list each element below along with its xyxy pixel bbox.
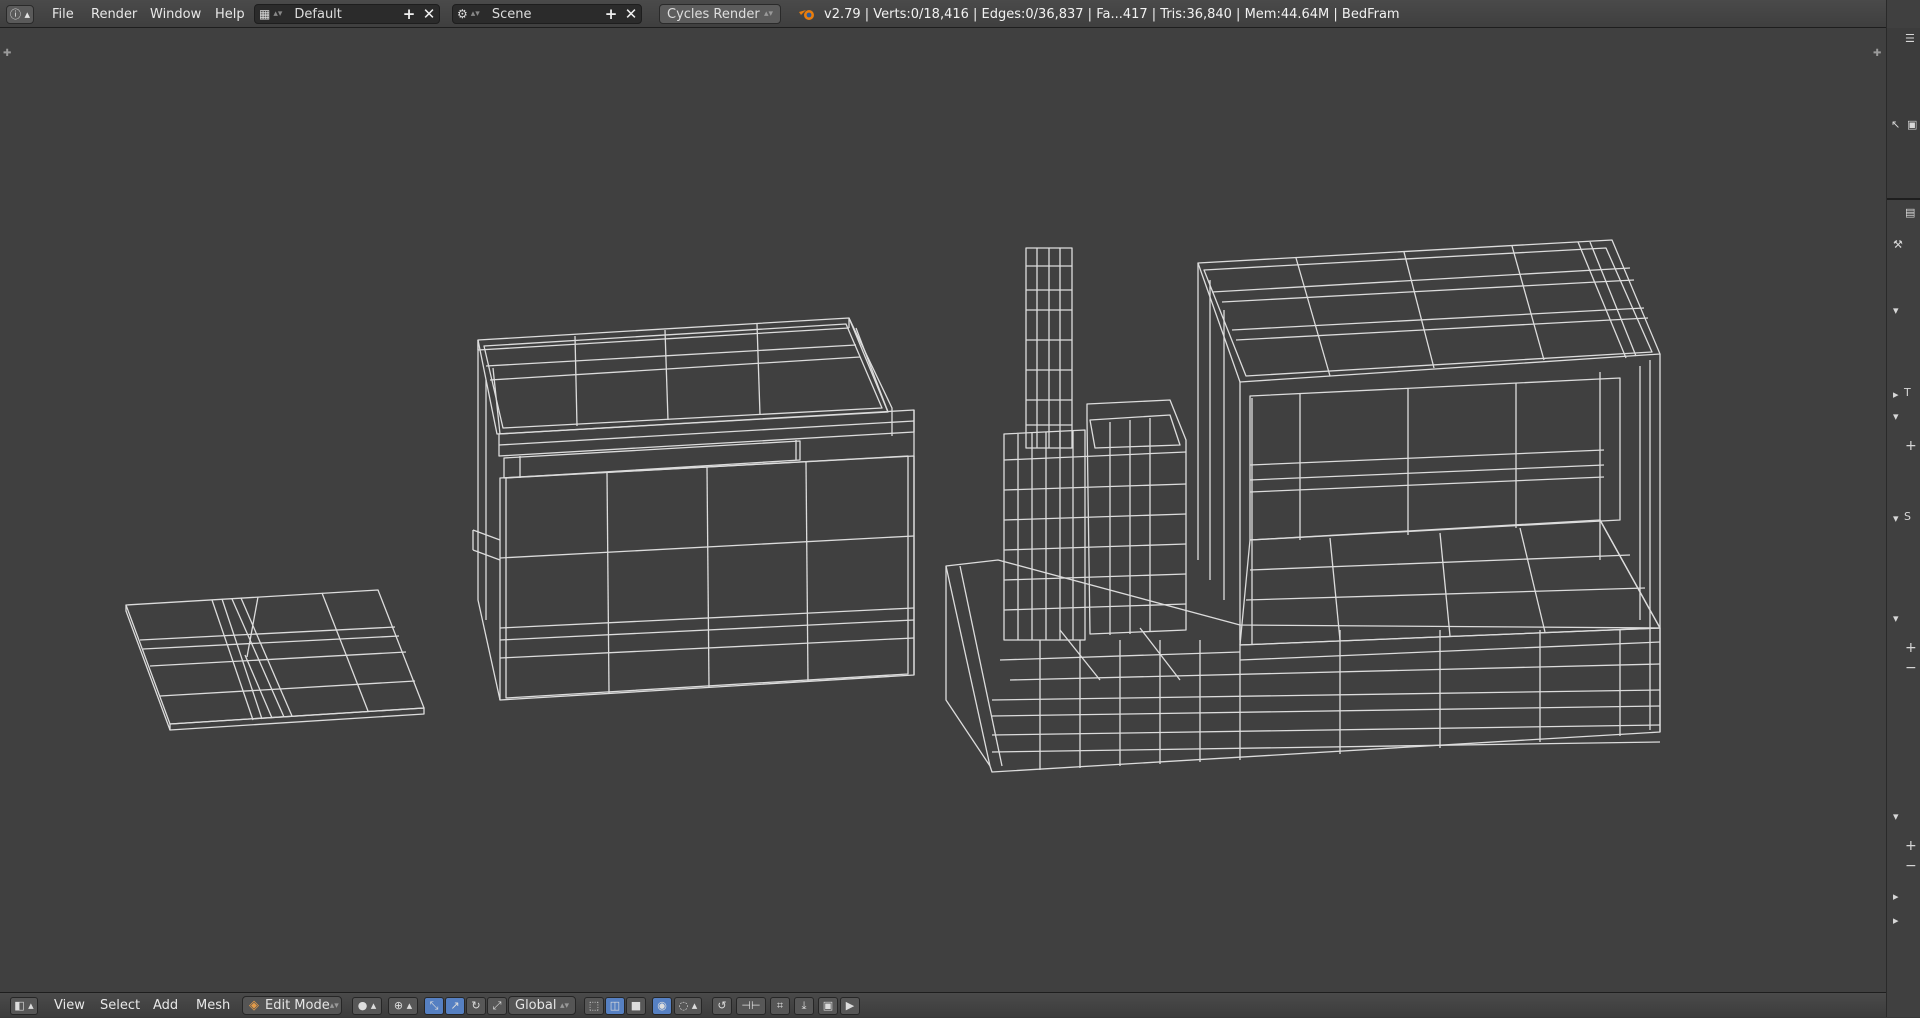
occlude-geometry-icon[interactable]: ◉ xyxy=(652,996,672,1015)
menu-render[interactable]: Render xyxy=(91,0,137,28)
scene-name[interactable]: Scene xyxy=(484,7,601,22)
remove-icon[interactable]: − xyxy=(1905,660,1917,676)
delete-scene-button[interactable]: ✕ xyxy=(621,5,641,23)
updown-arrows-icon: ▴▾ xyxy=(273,9,283,19)
chevron-down-icon[interactable]: ▾ xyxy=(1893,512,1899,525)
outliner-icon[interactable]: ☰ xyxy=(1905,32,1915,45)
transform-orientation-selector[interactable]: Global ▴▾ xyxy=(508,993,576,1018)
chevron-down-icon[interactable]: ▾ xyxy=(1893,612,1899,625)
rotate-manipulator-icon[interactable]: ↻ xyxy=(466,996,486,1015)
updown-arrows-icon: ▴▾ xyxy=(763,9,773,19)
scale-manipulator-icon[interactable]: ⤢ xyxy=(487,996,507,1015)
delete-layout-button[interactable]: ✕ xyxy=(419,5,439,23)
snap-increment-icon: ⊣⊢ xyxy=(736,996,766,1015)
screen-layout-icon: ▦ xyxy=(259,7,271,21)
chevron-down-icon[interactable]: ▾ xyxy=(1893,304,1899,317)
snap-element-selector[interactable]: ⊣⊢ xyxy=(736,993,766,1018)
chevron-right-icon[interactable]: ▸ xyxy=(1893,890,1899,903)
wrench-icon[interactable]: ⚒ xyxy=(1893,238,1903,251)
menu-file[interactable]: File xyxy=(52,0,74,28)
vertex-select-icon[interactable]: ⬚ xyxy=(584,996,604,1015)
scene-selector[interactable]: ⚙ ▴▾ Scene + ✕ xyxy=(452,0,642,28)
pivot-icon: ⊕ ▴ xyxy=(388,996,418,1015)
outliner-area[interactable] xyxy=(1887,28,1920,200)
wireframe-models[interactable] xyxy=(0,28,1886,992)
snap-toggle-icon[interactable]: ⤓ xyxy=(794,993,814,1018)
cursor-icon: ↖ xyxy=(1891,118,1901,131)
pivot-point-selector[interactable]: ⊕ ▴ xyxy=(388,993,418,1018)
render-preview-icon[interactable]: ▣ xyxy=(818,993,838,1018)
editor-type-selector[interactable]: ⓘ ▴ xyxy=(6,0,34,28)
updown-arrows-icon: ▴▾ xyxy=(559,1000,569,1011)
properties-icon[interactable]: ▤ xyxy=(1905,206,1915,219)
add-scene-button[interactable]: + xyxy=(601,5,621,23)
info-icon: ⓘ ▴ xyxy=(6,4,34,24)
manipulator-toggle-icon[interactable]: ⤡ xyxy=(424,996,444,1015)
menu-add[interactable]: Add xyxy=(153,993,178,1018)
chevron-down-icon[interactable]: ▾ xyxy=(1893,410,1899,423)
mode-selector[interactable]: ◈ Edit Mode ▴▾ xyxy=(242,993,342,1018)
3d-view-editor-icon: ◧ ▴ xyxy=(10,996,38,1015)
menu-window[interactable]: Window xyxy=(150,0,201,28)
scene-statistics: v2.79 | Verts:0/18,416 | Edges:0/36,837 … xyxy=(824,6,1400,22)
remove-icon[interactable]: − xyxy=(1905,858,1917,874)
info-header: ⓘ ▴ File Render Window Help ▦ ▴▾ Default… xyxy=(0,0,1920,28)
blender-logo-icon xyxy=(798,0,816,28)
menu-help[interactable]: Help xyxy=(215,0,245,28)
camera-icon[interactable]: ▣ xyxy=(1907,118,1917,131)
chevron-down-icon[interactable]: ▾ xyxy=(1893,810,1899,823)
mode-label: Edit Mode xyxy=(265,998,330,1013)
select-mode-group: ⬚ ◫ ■ ◉ xyxy=(584,993,672,1018)
edit-mode-icon: ◈ xyxy=(249,998,259,1013)
add-icon[interactable]: + xyxy=(1905,838,1917,854)
orientation-label: Global xyxy=(515,998,557,1013)
proportional-edit-toggle[interactable]: ◌ ▴ xyxy=(674,993,702,1018)
screen-layout-selector[interactable]: ▦ ▴▾ Default + ✕ xyxy=(254,0,440,28)
menu-view[interactable]: View xyxy=(54,993,85,1018)
updown-arrows-icon: ▴▾ xyxy=(329,1000,339,1011)
chevron-right-icon[interactable]: ▸ xyxy=(1893,388,1899,401)
proportional-edit-icon: ◌ ▴ xyxy=(674,996,702,1015)
face-select-icon[interactable]: ■ xyxy=(626,996,646,1015)
manipulator-group: ⤡ ↗ ↻ ⤢ xyxy=(424,993,507,1018)
chevron-right-icon[interactable]: ▸ xyxy=(1893,914,1899,927)
3d-view-header: ◧ ▴ View Select Add Mesh ◈ Edit Mode ▴▾ … xyxy=(0,992,1886,1017)
snap-target-icon[interactable]: ⌗ xyxy=(770,993,790,1018)
render-animation-icon[interactable]: ▶ xyxy=(840,993,860,1018)
add-icon[interactable]: + xyxy=(1905,438,1917,454)
3d-viewport[interactable]: ✚ ✚ xyxy=(0,28,1886,992)
translate-manipulator-icon[interactable]: ↗ xyxy=(445,996,465,1015)
updown-arrows-icon: ▴▾ xyxy=(470,9,480,19)
panel-label-t: T xyxy=(1904,386,1911,399)
add-layout-button[interactable]: + xyxy=(399,5,419,23)
wireframe-drawer-box[interactable] xyxy=(472,317,915,701)
render-engine-label: Cycles Render xyxy=(667,6,760,22)
wireframe-bed-frame[interactable] xyxy=(945,239,1661,773)
viewport-shading-selector[interactable]: ● ▴ xyxy=(352,993,382,1018)
falloff-icon[interactable]: ↺ xyxy=(712,993,732,1018)
menu-mesh[interactable]: Mesh xyxy=(196,993,230,1018)
wireframe-mattress-pad[interactable] xyxy=(125,589,425,731)
edge-select-icon[interactable]: ◫ xyxy=(605,996,625,1015)
scene-icon: ⚙ xyxy=(457,7,468,21)
panel-label-s: S xyxy=(1904,510,1911,523)
solid-shading-icon: ● ▴ xyxy=(352,996,382,1015)
editor-type-selector[interactable]: ◧ ▴ xyxy=(10,993,38,1018)
properties-region: ☰ ↖ ▣ ▤ ⚒ ▾ ▸ T ▾ + ▾ S ▾ + − ▾ + − ▸ ▸ xyxy=(1886,0,1920,1017)
add-icon[interactable]: + xyxy=(1905,640,1917,656)
menu-select[interactable]: Select xyxy=(100,993,140,1018)
render-engine-selector[interactable]: Cycles Render ▴▾ xyxy=(659,0,781,28)
screen-layout-name[interactable]: Default xyxy=(286,7,399,22)
